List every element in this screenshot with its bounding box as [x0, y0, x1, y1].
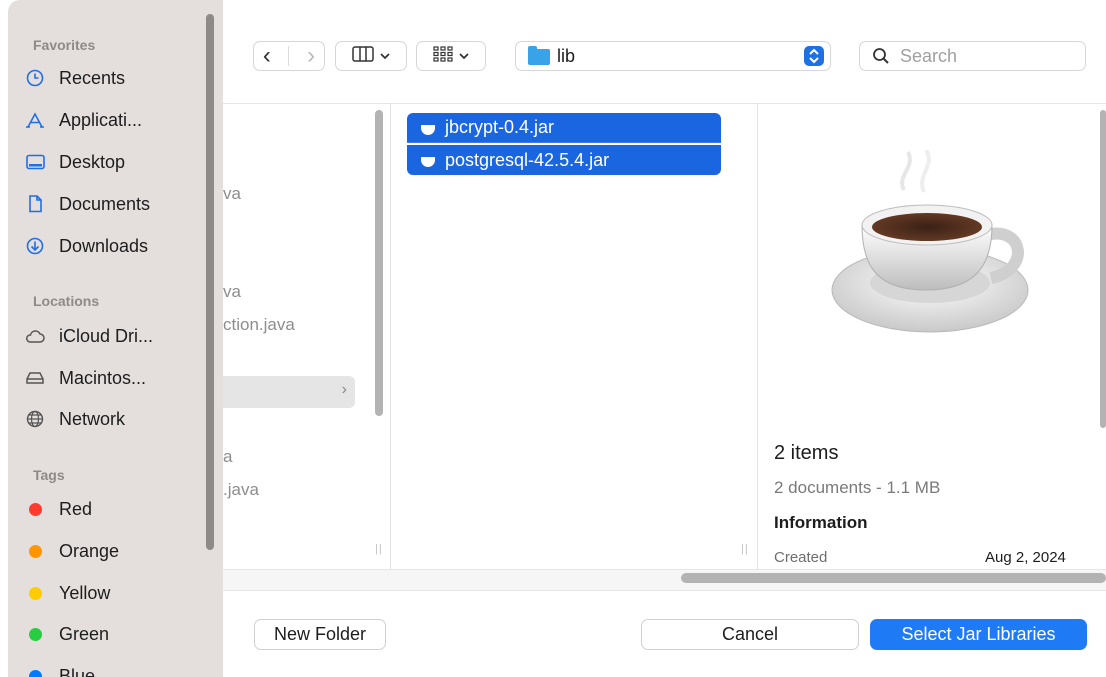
sidebar-scrollbar[interactable]: [206, 14, 214, 550]
location-popup[interactable]: lib: [515, 41, 831, 71]
sidebar-item-macintosh[interactable]: Macintos...: [25, 364, 205, 392]
java-coffee-cup-icon: [826, 148, 1032, 345]
sidebar-item-label: Green: [59, 623, 110, 644]
list-item[interactable]: a: [223, 447, 232, 467]
desktop-icon: [25, 152, 45, 172]
folder-icon: [528, 46, 550, 65]
cancel-button[interactable]: Cancel: [641, 619, 859, 650]
horizontal-scrollbar[interactable]: [681, 573, 1106, 583]
yellow-tag-icon: [25, 583, 45, 603]
document-icon: [25, 194, 45, 214]
sidebar-item-label: Desktop: [59, 151, 126, 172]
tags-header: Tags: [33, 467, 65, 483]
sidebar-item-label: Recents: [59, 67, 126, 88]
jar-file-icon: [421, 157, 435, 167]
chevron-down-icon: [459, 47, 469, 65]
sidebar-item-label: Blue: [59, 665, 96, 677]
select-jar-libraries-button[interactable]: Select Jar Libraries: [870, 619, 1087, 650]
sidebar-item-label: iCloud Dri...: [59, 325, 154, 346]
blue-tag-icon: [25, 666, 45, 677]
favorites-header: Favorites: [33, 37, 96, 53]
applications-icon: [25, 110, 45, 130]
sidebar-item-network[interactable]: Network: [25, 405, 205, 433]
back-button[interactable]: ‹: [263, 42, 271, 70]
sidebar-tag-red[interactable]: Red: [25, 495, 205, 523]
created-label: Created: [774, 549, 828, 566]
forward-button[interactable]: ›: [307, 42, 315, 70]
sidebar-item-label: Network: [59, 408, 126, 429]
preview-subtitle: 2 documents - 1.1 MB: [774, 478, 941, 497]
search-field[interactable]: [859, 41, 1086, 71]
selected-folder-row[interactable]: ›: [223, 376, 355, 408]
chevron-down-icon: [380, 47, 390, 65]
up-down-chevron-icon: [804, 46, 824, 66]
view-mode-button[interactable]: [335, 41, 407, 71]
list-item[interactable]: va: [223, 282, 241, 302]
sidebar-item-desktop[interactable]: Desktop: [25, 148, 205, 176]
sidebar-tag-orange[interactable]: Orange: [25, 537, 205, 565]
preview-scrollbar[interactable]: [1100, 110, 1106, 428]
list-item[interactable]: ction.java: [223, 315, 295, 335]
sidebar-item-label: Red: [59, 498, 93, 519]
sidebar: Favorites Recents Applicati... Desktop D…: [8, 0, 223, 677]
column-resize-handle[interactable]: ||: [741, 543, 749, 555]
jar-file-icon: [421, 124, 435, 135]
sidebar-tag-green[interactable]: Green: [25, 620, 205, 648]
column-scrollbar[interactable]: [375, 110, 383, 416]
clock-icon: [25, 68, 45, 88]
file-row[interactable]: jbcrypt-0.4.jar: [407, 113, 721, 143]
sidebar-tag-blue[interactable]: Blue: [25, 662, 205, 677]
column-divider: [390, 103, 391, 569]
locations-header: Locations: [33, 293, 100, 309]
new-folder-button[interactable]: New Folder: [254, 619, 386, 650]
download-icon: [25, 236, 45, 256]
orange-tag-icon: [25, 541, 45, 561]
preview-title: 2 items: [774, 442, 839, 464]
sidebar-item-recents[interactable]: Recents: [25, 64, 205, 92]
file-row[interactable]: postgresql-42.5.4.jar: [407, 145, 721, 175]
grid-icon: [433, 45, 453, 67]
columns-view-icon: [352, 45, 374, 67]
file-name: jbcrypt-0.4.jar: [445, 117, 555, 137]
drive-icon: [25, 368, 45, 388]
group-by-button[interactable]: [416, 41, 486, 71]
sidebar-item-icloud[interactable]: iCloud Dri...: [25, 322, 205, 350]
green-tag-icon: [25, 624, 45, 644]
location-label: lib: [557, 46, 576, 66]
sidebar-item-label: Downloads: [59, 235, 149, 256]
sidebar-item-label: Documents: [59, 193, 151, 214]
information-header: Information: [774, 513, 868, 532]
file-name: postgresql-42.5.4.jar: [445, 149, 610, 170]
column-resize-handle[interactable]: ||: [375, 543, 383, 555]
sidebar-item-label: Macintos...: [59, 367, 147, 388]
back-forward-group: ‹ ›: [253, 41, 325, 71]
sidebar-item-applications[interactable]: Applicati...: [25, 106, 205, 134]
red-tag-icon: [25, 499, 45, 519]
sidebar-item-label: Applicati...: [59, 109, 143, 130]
sidebar-item-documents[interactable]: Documents: [25, 190, 205, 218]
sidebar-item-label: Orange: [59, 540, 120, 561]
column-divider: [757, 103, 758, 569]
created-value: Aug 2, 2024: [985, 549, 1066, 566]
chevron-right-icon: ›: [341, 381, 347, 398]
search-input[interactable]: [898, 44, 1072, 68]
list-item[interactable]: va: [223, 184, 241, 204]
search-icon: [872, 47, 890, 65]
sidebar-tag-yellow[interactable]: Yellow: [25, 579, 205, 607]
sidebar-item-downloads[interactable]: Downloads: [25, 232, 205, 260]
cloud-icon: [25, 326, 45, 346]
globe-icon: [25, 409, 45, 429]
sidebar-item-label: Yellow: [59, 582, 111, 603]
list-item[interactable]: .java: [223, 480, 259, 500]
